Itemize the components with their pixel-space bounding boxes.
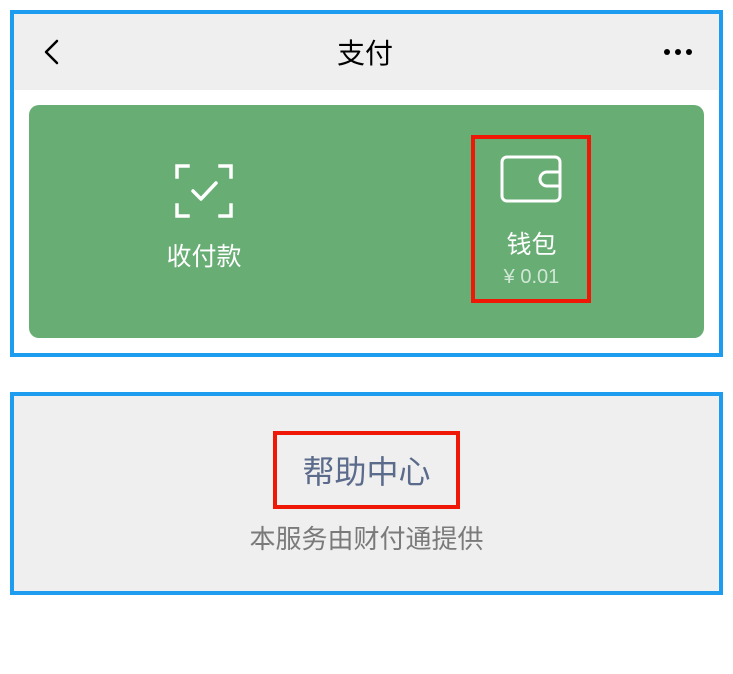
more-button[interactable] xyxy=(664,49,697,55)
scan-check-icon xyxy=(174,161,234,221)
ellipsis-icon xyxy=(686,49,692,55)
wallet-card: 收付款 钱包 ¥ 0.01 xyxy=(29,105,704,338)
footer-panel: 帮助中心 本服务由财付通提供 xyxy=(10,392,723,595)
page-title: 支付 xyxy=(337,32,393,72)
pay-receive-button[interactable]: 收付款 xyxy=(141,135,266,303)
payment-screen-panel: 支付 收付款 xyxy=(10,10,723,357)
chevron-left-icon xyxy=(43,39,59,65)
header-bar: 支付 xyxy=(14,14,719,90)
wallet-icon xyxy=(500,149,562,209)
service-provider-text: 本服务由财付通提供 xyxy=(14,519,719,556)
ellipsis-icon xyxy=(675,49,681,55)
ellipsis-icon xyxy=(664,49,670,55)
help-center-link[interactable]: 帮助中心 xyxy=(302,447,430,493)
wallet-label: 钱包 xyxy=(506,225,556,261)
wallet-balance: ¥ 0.01 xyxy=(504,266,560,289)
wallet-button[interactable]: 钱包 ¥ 0.01 xyxy=(471,135,591,303)
help-center-highlight: 帮助中心 xyxy=(273,431,459,509)
pay-receive-label: 收付款 xyxy=(166,237,241,273)
back-button[interactable] xyxy=(36,37,66,67)
